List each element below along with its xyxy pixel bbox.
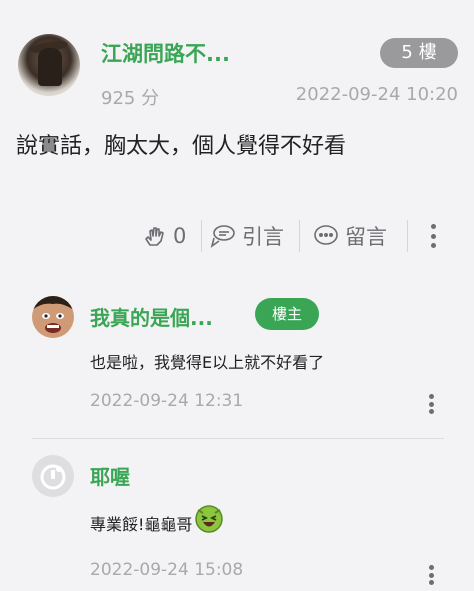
op-badge: 樓主 bbox=[255, 298, 319, 330]
reply-divider bbox=[32, 438, 444, 439]
post-action-bar: 0 引言 留言 bbox=[0, 214, 474, 258]
reply-timestamp: 2022-09-24 12:31 bbox=[90, 391, 244, 411]
like-button[interactable]: 0 bbox=[143, 214, 186, 258]
author-avatar[interactable] bbox=[18, 34, 80, 96]
default-avatar-icon bbox=[32, 455, 74, 497]
action-separator bbox=[407, 220, 408, 252]
reply-avatar[interactable] bbox=[32, 455, 74, 497]
reply-author-name[interactable]: 耶喔 bbox=[90, 461, 130, 490]
reply-more-options-icon[interactable] bbox=[428, 394, 434, 414]
post-author-name[interactable]: 江湖問路不... bbox=[101, 38, 230, 68]
comment-button[interactable]: 留言 bbox=[313, 214, 387, 258]
reply-avatar[interactable] bbox=[32, 296, 74, 338]
quote-button[interactable]: 引言 bbox=[210, 214, 284, 258]
like-count: 0 bbox=[173, 224, 187, 248]
reply-text: 也是啦，我覺得E以上就不好看了 bbox=[90, 353, 325, 372]
reply-author-name[interactable]: 我真的是個... bbox=[90, 302, 213, 331]
comment-bubble-icon bbox=[314, 225, 338, 245]
quote-bubble-icon bbox=[210, 225, 235, 248]
action-separator bbox=[201, 220, 202, 252]
post-content: 說實話，胸太大，個人覺得不好看 bbox=[16, 134, 347, 159]
reply-timestamp: 2022-09-24 15:08 bbox=[90, 560, 244, 580]
post-more-options-icon[interactable] bbox=[430, 224, 436, 248]
post-timestamp: 2022-09-24 10:20 bbox=[295, 84, 458, 105]
author-score: 925 分 bbox=[101, 88, 160, 109]
face-avatar-icon bbox=[32, 296, 74, 338]
reply-more-options-icon[interactable] bbox=[428, 565, 434, 585]
action-separator bbox=[299, 220, 300, 252]
laughing-emoji-icon bbox=[195, 505, 224, 533]
avatar-figure-shape bbox=[38, 48, 62, 86]
floor-badge: 5 樓 bbox=[380, 38, 458, 68]
reply-text: 專業餒!龜龜哥 bbox=[90, 515, 193, 534]
quote-label: 引言 bbox=[242, 225, 284, 249]
comment-label: 留言 bbox=[345, 225, 387, 249]
reply-text-row: 專業餒!龜龜哥 bbox=[90, 505, 224, 535]
clap-hand-icon bbox=[145, 227, 164, 246]
